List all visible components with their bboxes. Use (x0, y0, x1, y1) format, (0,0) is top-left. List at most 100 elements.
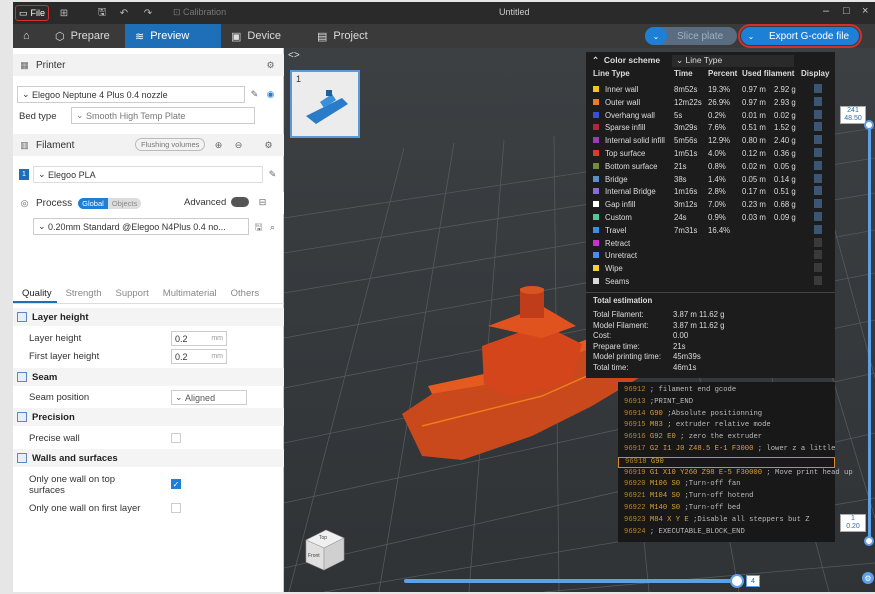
line-type-row[interactable]: Internal Bridge 1m16s 2.8% 0.17 m 0.51 g (586, 185, 835, 198)
move-slider[interactable] (404, 579, 734, 583)
plate-thumbnail[interactable]: 1 (290, 70, 360, 138)
line-type-row[interactable]: Internal solid infill 5m56s 12.9% 0.80 m 2.4… (586, 134, 835, 147)
seam-position-select[interactable]: ⌄ Aligned (171, 390, 247, 405)
gcode-line[interactable]: 96923 M84 X Y E ;Disable all steppers bu… (618, 516, 835, 528)
one-wall-top-checkbox[interactable]: ✓ (171, 479, 181, 489)
grid-icon[interactable]: ⊞ (57, 6, 71, 20)
line-type-row[interactable]: Seams (586, 275, 835, 288)
gcode-line[interactable]: 96916 G92 E0 ; zero the extruder (618, 433, 835, 445)
tab-prepare[interactable]: ⬡ Prepare (45, 24, 127, 48)
gcode-line[interactable]: 96920 M106 S0 ;Turn-off fan (618, 480, 835, 492)
display-toggle-checkbox[interactable] (814, 160, 822, 170)
gcode-line[interactable]: 96914 G90 ;Absolute positionning (618, 410, 835, 422)
display-toggle-checkbox[interactable] (814, 109, 822, 119)
move-slider-handle[interactable] (730, 574, 744, 588)
chevron-down-icon[interactable]: ⌄ (741, 27, 761, 45)
display-toggle-checkbox[interactable] (814, 173, 822, 183)
line-type-row[interactable]: Bridge 38s 1.4% 0.05 m 0.14 g (586, 173, 835, 186)
filament-select[interactable]: ⌄ Elegoo PLA (33, 166, 263, 183)
layer-settings-icon[interactable]: ⚙ (862, 572, 874, 584)
compare-icon[interactable]: ⊟ (257, 197, 268, 208)
close-button[interactable]: × (862, 5, 868, 17)
tab-device[interactable]: ▣ Device (221, 24, 303, 48)
add-filament-icon[interactable]: ⊕ (213, 140, 224, 151)
top-layer-handle[interactable] (864, 120, 874, 130)
search-icon[interactable]: ⌕ (267, 222, 278, 233)
display-toggle-checkbox[interactable] (814, 263, 822, 273)
display-toggle-checkbox[interactable] (814, 212, 822, 221)
layer-slider[interactable] (868, 122, 871, 540)
export-gcode-button[interactable]: ⌄ Export G-code file (738, 24, 862, 48)
remove-filament-icon[interactable]: ⊖ (233, 140, 244, 151)
line-type-row[interactable]: Unretract (586, 249, 835, 262)
bottom-layer-handle[interactable] (864, 536, 874, 546)
tab-quality[interactable]: Quality (13, 284, 57, 303)
display-toggle-checkbox[interactable] (814, 148, 822, 157)
redo-icon[interactable]: ↷ (141, 6, 155, 20)
display-toggle-checkbox[interactable] (814, 199, 822, 209)
home-tab[interactable]: ⌂ (13, 24, 41, 48)
line-type-row[interactable]: Outer wall 12m22s 26.9% 0.97 m 2.93 g (586, 96, 835, 109)
tab-preview[interactable]: ≋ Preview (125, 24, 221, 48)
display-toggle-checkbox[interactable] (814, 96, 822, 106)
global-objects-toggle[interactable]: Global Objects (78, 197, 142, 209)
line-type-row[interactable]: Gap infill 3m12s 7.0% 0.23 m 0.68 g (586, 198, 835, 211)
display-toggle-checkbox[interactable] (814, 224, 822, 234)
toggle-objects[interactable]: Objects (107, 197, 142, 209)
display-toggle-checkbox[interactable] (814, 122, 822, 132)
line-type-row[interactable]: Overhang wall 5s 0.2% 0.01 m 0.02 g (586, 109, 835, 122)
one-wall-first-checkbox[interactable] (171, 503, 181, 513)
edit-icon[interactable]: ✎ (267, 169, 278, 180)
view-type-select[interactable]: ⌄ Line Type (672, 55, 794, 67)
maximize-button[interactable]: □ (843, 5, 850, 17)
line-type-row[interactable]: Travel 7m31s 16.4% (586, 224, 835, 237)
minimize-button[interactable]: – (823, 5, 829, 17)
gcode-line[interactable]: 96924 ; EXECUTABLE_BLOCK_END (618, 528, 835, 540)
line-type-row[interactable]: Inner wall 8m52s 19.3% 0.97 m 2.92 g (586, 83, 835, 96)
display-toggle-checkbox[interactable] (814, 135, 822, 145)
gcode-line[interactable]: 96921 M104 S0 ;Turn-off hotend (618, 492, 835, 504)
first-layer-height-input[interactable]: 0.2 mm (171, 349, 227, 364)
line-type-row[interactable]: Custom 24s 0.9% 0.03 m 0.09 g (586, 211, 835, 224)
undo-icon[interactable]: ↶ (117, 6, 131, 20)
chevron-down-icon[interactable]: ⌄ (645, 27, 667, 45)
flushing-volumes-button[interactable]: Flushing volumes (135, 138, 206, 151)
line-type-row[interactable]: Retract (586, 237, 835, 250)
file-menu-button[interactable]: ▭ File (15, 5, 49, 21)
collapse-sidebar-icon[interactable]: <> (288, 50, 300, 61)
gcode-line[interactable]: 96913 ;PRINT_END (618, 398, 835, 410)
collapse-icon[interactable]: ⌃ (592, 55, 599, 65)
display-toggle-checkbox[interactable] (814, 84, 822, 93)
advanced-toggle[interactable] (231, 197, 249, 207)
gcode-line[interactable]: 96912 ; filament end gcode (618, 386, 835, 398)
3d-viewport[interactable]: <> 1 ⌃ Color scheme ⌄ Line Type Line Typ (284, 48, 875, 592)
view-navigation-cube[interactable]: Top Front (302, 526, 346, 572)
display-toggle-checkbox[interactable] (814, 250, 822, 260)
settings-icon[interactable]: ⚙ (265, 60, 276, 71)
wifi-icon[interactable]: ◉ (265, 89, 276, 100)
printer-select[interactable]: ⌄ Elegoo Neptune 4 Plus 0.4 nozzle (17, 86, 245, 103)
gcode-line[interactable]: 96919 G1 X10 Y260 Z98 E-5 F30000 ; Move … (618, 469, 853, 481)
gcode-line[interactable]: 96918 G90 (618, 456, 835, 469)
toggle-global[interactable]: Global (78, 197, 108, 209)
tab-others[interactable]: Others (222, 284, 265, 303)
gcode-line[interactable]: 96915 M83 ; extruder relative mode (618, 421, 835, 433)
line-type-row[interactable]: Top surface 1m51s 4.0% 0.12 m 0.36 g (586, 147, 835, 160)
bed-type-select[interactable]: ⌄ Smooth High Temp Plate (71, 107, 255, 124)
settings-icon[interactable]: ⚙ (263, 140, 274, 151)
display-toggle-checkbox[interactable] (814, 276, 822, 285)
tab-support[interactable]: Support (107, 284, 154, 303)
precise-wall-checkbox[interactable] (171, 433, 181, 443)
display-toggle-checkbox[interactable] (814, 186, 822, 196)
process-profile-select[interactable]: ⌄ 0.20mm Standard @Elegoo N4Plus 0.4 no.… (33, 218, 249, 235)
tab-strength[interactable]: Strength (57, 284, 107, 303)
line-type-row[interactable]: Bottom surface 21s 0.8% 0.02 m 0.05 g (586, 160, 835, 173)
gcode-line[interactable]: 96922 M140 S0 ;Turn-off bed (618, 504, 835, 516)
line-type-row[interactable]: Sparse infill 3m29s 7.6% 0.51 m 1.52 g (586, 121, 835, 134)
save-icon[interactable]: 🖫 (95, 6, 109, 20)
edit-icon[interactable]: ✎ (249, 89, 260, 100)
layer-height-input[interactable]: 0.2 mm (171, 331, 227, 346)
slice-plate-button[interactable]: ⌄ Slice plate (645, 27, 737, 45)
display-toggle-checkbox[interactable] (814, 237, 822, 247)
tab-project[interactable]: ▤ Project (307, 24, 389, 48)
